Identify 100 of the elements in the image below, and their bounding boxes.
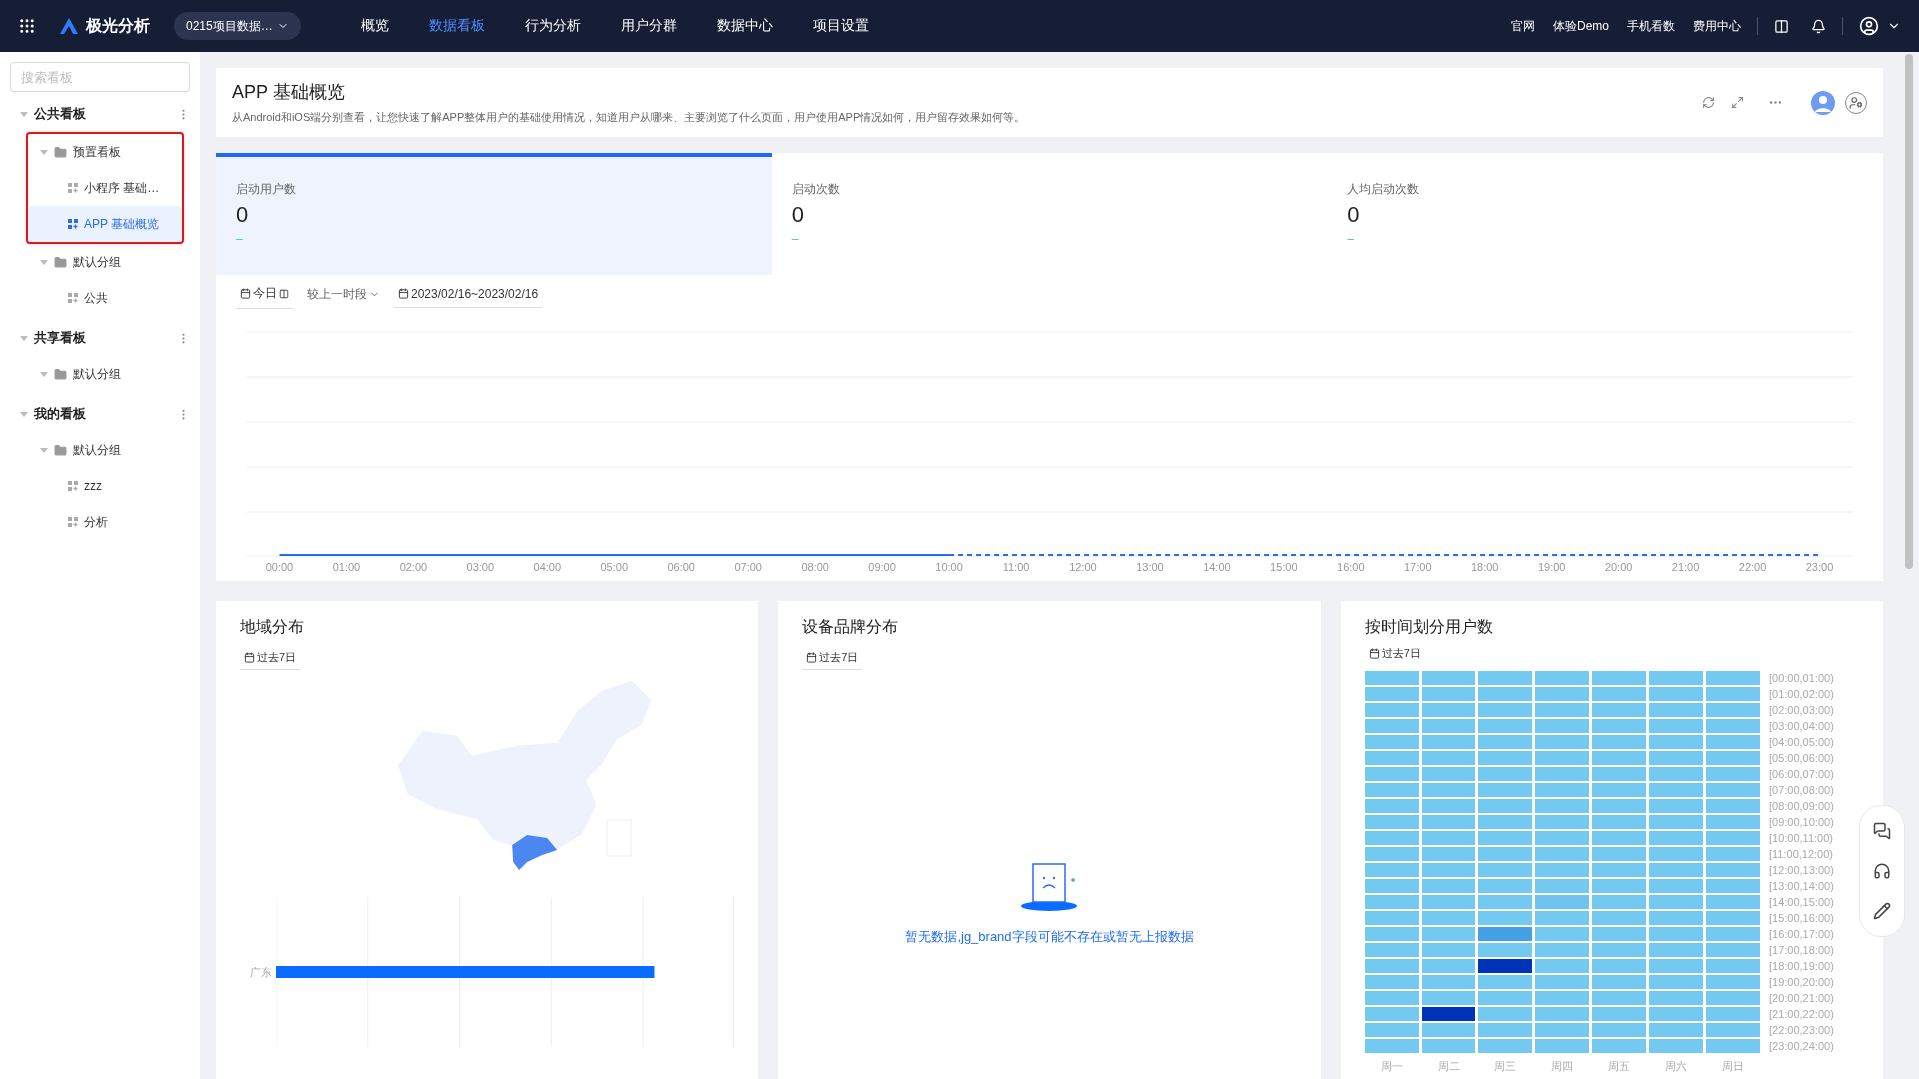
board-item[interactable]: 小程序 基础… [28, 170, 182, 206]
board-icon [68, 517, 78, 527]
axis-label: 13:00 [1135, 561, 1165, 573]
expand-icon [1731, 96, 1744, 109]
board-item[interactable]: zzz [10, 468, 190, 504]
period-selector[interactable]: 过去7日 [1364, 642, 1425, 665]
axis-label: 06:00 [666, 561, 696, 573]
nav-tab[interactable]: 数据中心 [716, 17, 773, 35]
folder-item[interactable]: 默认分组 [10, 356, 190, 392]
top-link[interactable]: 手机看数 [1627, 17, 1675, 35]
metric-change: – [1347, 232, 1355, 246]
period-selector[interactable]: 过去7日 [240, 646, 301, 670]
board-item[interactable]: 分析 [10, 504, 190, 540]
row-label: [19:00,20:00) [1769, 975, 1835, 989]
axis-label: 16:00 [1336, 561, 1366, 573]
bell-icon[interactable] [1811, 18, 1826, 34]
axis-label: 23:00 [1804, 561, 1835, 573]
section-header[interactable]: 我的看板 [10, 396, 190, 432]
row-label: [11:00,12:00) [1769, 847, 1834, 861]
nav-tab[interactable]: 项目设置 [812, 17, 869, 35]
row-label: [01:00,02:00) [1769, 687, 1835, 701]
period-selector[interactable]: 过去7日 [802, 646, 863, 670]
section-header[interactable]: 共享看板 [10, 320, 190, 356]
metric-tab[interactable]: 启动用户数 0 – [216, 153, 772, 275]
row-label: [02:00,03:00) [1769, 703, 1835, 717]
calendar-icon [398, 288, 409, 299]
compare-selector[interactable]: 较上一时段 [303, 283, 384, 309]
empty-message: 暂无数据,jg_brand字段可能不存在或暂无上报数据 [905, 928, 1194, 946]
axis-label: 11:00 [1001, 561, 1031, 573]
axis-label: 20:00 [1603, 561, 1634, 573]
nav-tab[interactable]: 数据看板 [428, 17, 485, 35]
layout-icon[interactable] [1774, 18, 1789, 34]
axis-label: 10:00 [934, 561, 964, 573]
row-label: [23:00,24:00) [1769, 1039, 1835, 1053]
top-link[interactable]: 官网 [1511, 17, 1535, 35]
row-label: [15:00,16:00) [1769, 911, 1835, 925]
board-item[interactable]: 公共 [10, 280, 190, 316]
chat-icon[interactable] [1873, 822, 1891, 840]
folder-icon [54, 255, 67, 269]
day-label: 周日 [1721, 1059, 1746, 1074]
row-label: [00:00,01:00) [1769, 671, 1835, 685]
period-selector[interactable]: 今日 [236, 283, 293, 309]
axis-label: 04:00 [532, 561, 563, 573]
board-item[interactable]: APP 基础概览 [28, 206, 182, 242]
board-icon [68, 219, 78, 229]
user-icon[interactable] [1859, 16, 1879, 36]
user-gear-icon [1849, 95, 1863, 110]
date-range-picker[interactable]: 2023/02/16~2023/02/16 [394, 284, 543, 308]
search-field[interactable]: 搜索看板 [10, 62, 190, 92]
axis-label: 12:00 [1068, 561, 1098, 573]
row-label: [09:00,10:00) [1769, 815, 1835, 829]
nav-tab[interactable]: 行为分析 [524, 17, 581, 35]
day-label: 周六 [1664, 1059, 1689, 1074]
row-label: [20:00,21:00) [1769, 991, 1835, 1005]
metric-value: 0 [1347, 202, 1361, 228]
top-link[interactable]: 体验Demo [1553, 17, 1609, 35]
row-label: [14:00,15:00) [1769, 895, 1835, 909]
folder-item[interactable]: 默认分组 [10, 432, 190, 468]
panel-title: 设备品牌分布 [802, 617, 900, 637]
nav-tab[interactable]: 概览 [360, 17, 389, 35]
axis-label: 21:00 [1670, 561, 1701, 573]
calendar-icon [1368, 648, 1380, 659]
page-title: APP 基础概览 [232, 81, 346, 104]
metric-change: – [236, 232, 244, 246]
axis-label: 15:00 [1269, 561, 1299, 573]
section-header[interactable]: 公共看板 [10, 96, 190, 132]
row-label: [18:00,19:00) [1769, 959, 1835, 973]
axis-label: 22:00 [1737, 561, 1768, 573]
calendar-icon [240, 288, 251, 299]
axis-label: 08:00 [800, 561, 830, 573]
apps-icon[interactable] [18, 17, 36, 35]
calendar-icon [806, 652, 818, 663]
row-label: [04:00,05:00) [1769, 735, 1835, 749]
headset-icon[interactable] [1873, 862, 1891, 880]
fullscreen-button[interactable] [1731, 96, 1744, 109]
project-selector[interactable]: 0215项目数据… [174, 12, 301, 40]
row-label: [16:00,17:00) [1769, 927, 1835, 941]
pencil-icon[interactable] [1873, 902, 1891, 920]
folder-item[interactable]: 预置看板 [28, 134, 182, 170]
board-icon [68, 183, 78, 193]
folder-item[interactable]: 默认分组 [10, 244, 190, 280]
axis-label: 17:00 [1403, 561, 1433, 573]
top-link[interactable]: 费用中心 [1693, 17, 1741, 35]
day-label: 周四 [1550, 1059, 1575, 1074]
avatar-icon [1811, 90, 1835, 115]
row-label: [10:00,11:00) [1769, 831, 1834, 845]
refresh-button[interactable] [1702, 96, 1715, 109]
row-label: [07:00,08:00) [1769, 783, 1835, 797]
page-description: 从Android和iOS端分别查看，让您快速了解APP整体用户的基础使用情况，知道用户从哪来、主要浏览了什么页面，用户使用APP情况如何，用户留存效果如何等。 [232, 110, 1027, 125]
row-label: [12:00,13:00) [1769, 863, 1835, 877]
calendar-icon [244, 652, 255, 663]
folder-icon [54, 443, 67, 457]
metric-label: 启动用户数 [236, 181, 297, 198]
metric-value: 0 [236, 202, 250, 228]
axis-label: 07:00 [733, 561, 763, 573]
row-label: [21:00,22:00) [1769, 1007, 1835, 1021]
nav-tab[interactable]: 用户分群 [620, 17, 677, 35]
metric-label: 启动次数 [791, 181, 841, 198]
axis-label: 09:00 [867, 561, 897, 573]
axis-label: 19:00 [1536, 561, 1567, 573]
